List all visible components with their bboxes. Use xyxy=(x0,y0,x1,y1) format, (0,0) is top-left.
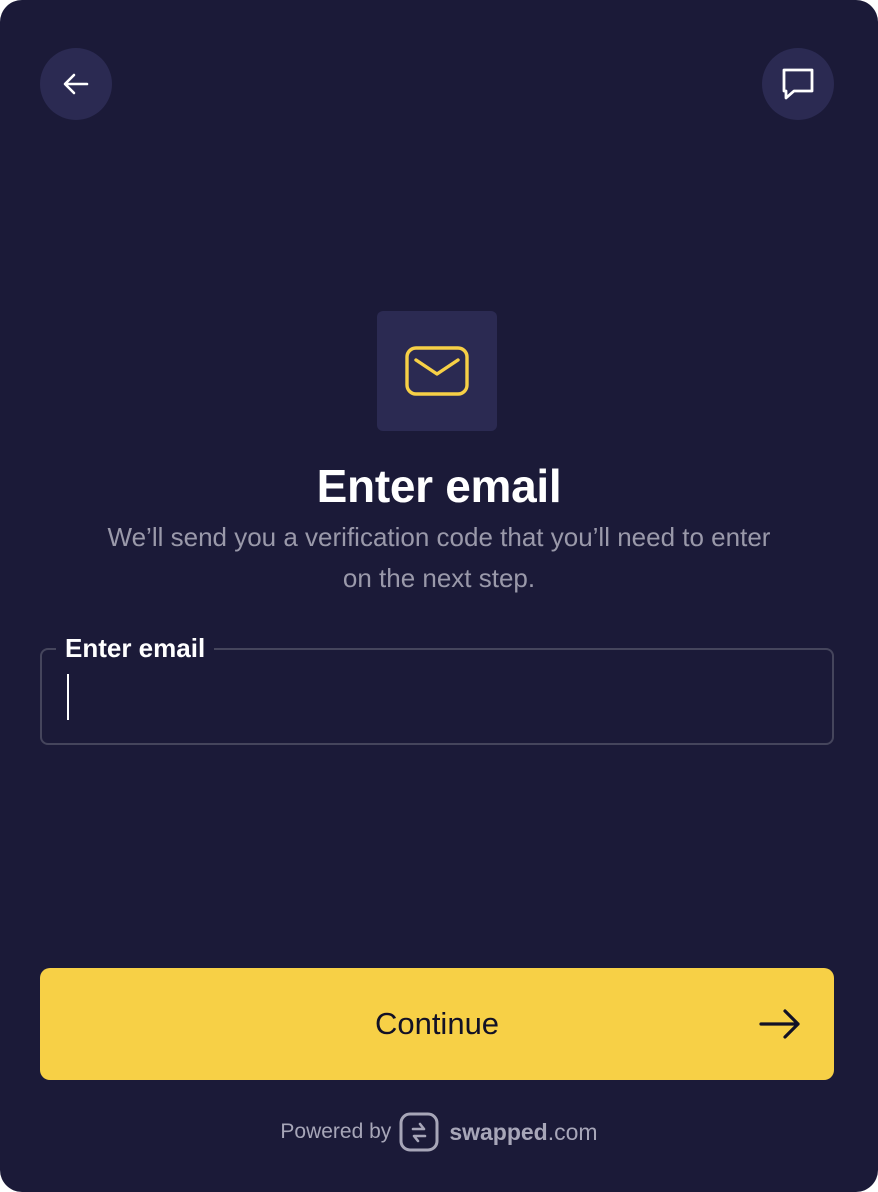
back-button[interactable] xyxy=(40,48,112,120)
powered-by-footer: Powered by swapped .com xyxy=(0,1110,878,1154)
swapped-logo-icon xyxy=(399,1112,439,1152)
continue-button[interactable]: Continue xyxy=(40,968,834,1080)
continue-button-label: Continue xyxy=(374,1006,500,1041)
brand-domain: .com xyxy=(547,1118,598,1145)
page-title: Enter email xyxy=(316,460,562,512)
email-field-label: Enter email xyxy=(56,633,215,663)
powered-by-text: Powered by xyxy=(280,1120,392,1143)
arrow-left-icon xyxy=(63,73,89,95)
email-entry-panel: Enter email We’ll send you a verificatio… xyxy=(0,0,878,1192)
page-subtitle: We’ll send you a verification code that … xyxy=(107,522,771,593)
email-field[interactable]: Enter email xyxy=(40,633,834,745)
text-caret xyxy=(67,674,69,720)
chat-bubble-icon xyxy=(782,68,814,100)
envelope-icon xyxy=(405,346,469,396)
arrow-right-icon xyxy=(759,1009,800,1039)
email-icon-tile xyxy=(377,311,497,431)
support-chat-button[interactable] xyxy=(762,48,834,120)
brand-name: swapped xyxy=(449,1118,548,1145)
